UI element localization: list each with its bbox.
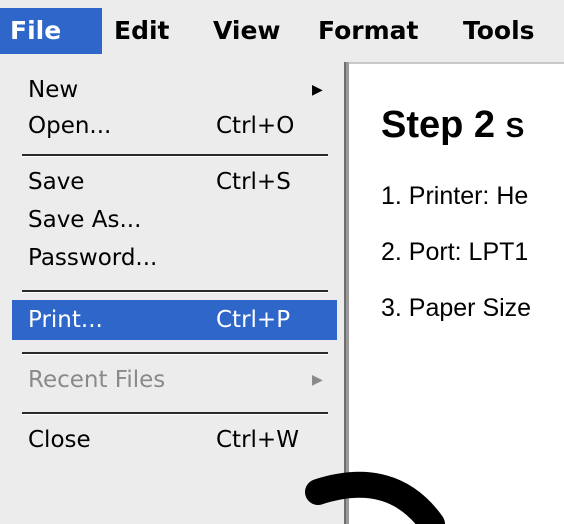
step-heading-sub: S [505,112,525,143]
menu-separator [22,412,328,415]
menu-item-save[interactable]: Save Ctrl+S [12,164,337,200]
file-dropdown-menu: New ▶ Open... Ctrl+O Save Ctrl+S Save As… [0,62,346,524]
doc-line-paper-size: 3. Paper Size [381,294,532,322]
menu-item-shortcut: Ctrl+O [216,113,295,139]
menu-item-print[interactable]: Print... Ctrl+P [12,300,337,340]
submenu-arrow-icon: ▶ [312,372,323,388]
menu-item-label: Password... [28,245,158,271]
menu-separator [22,290,328,293]
menu-format[interactable]: Format [318,8,418,54]
menu-item-recent-files: Recent Files ▶ [12,362,337,398]
menu-item-label: Save As... [28,207,142,233]
step-heading-main: Step 2 [381,104,496,146]
menu-item-new[interactable]: New ▶ [12,72,337,108]
menu-bar: File Edit View Format Tools [0,0,564,64]
step-heading: Step 2 S [381,104,524,147]
menu-item-label: Recent Files [28,367,166,393]
menu-item-shortcut: Ctrl+W [216,427,299,453]
menu-file[interactable]: File [0,8,102,54]
menu-edit[interactable]: Edit [114,8,170,54]
menu-item-shortcut: Ctrl+P [216,307,291,333]
doc-line-port: 2. Port: LPT1 [381,238,529,266]
menu-item-label: New [28,77,79,103]
submenu-arrow-icon: ▶ [312,82,323,98]
menu-item-close[interactable]: Close Ctrl+W [12,422,337,458]
menu-view[interactable]: View [213,8,281,54]
menu-item-label: Open... [28,113,112,139]
menu-item-shortcut: Ctrl+S [216,169,291,195]
menu-item-label: Print... [28,307,103,333]
menu-item-label: Save [28,169,85,195]
menu-separator [22,154,328,157]
menu-item-save-as[interactable]: Save As... [12,202,337,238]
menu-separator [22,352,328,355]
menu-tools[interactable]: Tools [463,8,535,54]
doc-line-printer: 1. Printer: He [381,182,529,210]
menu-item-password[interactable]: Password... [12,240,337,276]
menu-item-label: Close [28,427,91,453]
menu-item-open[interactable]: Open... Ctrl+O [12,108,337,144]
